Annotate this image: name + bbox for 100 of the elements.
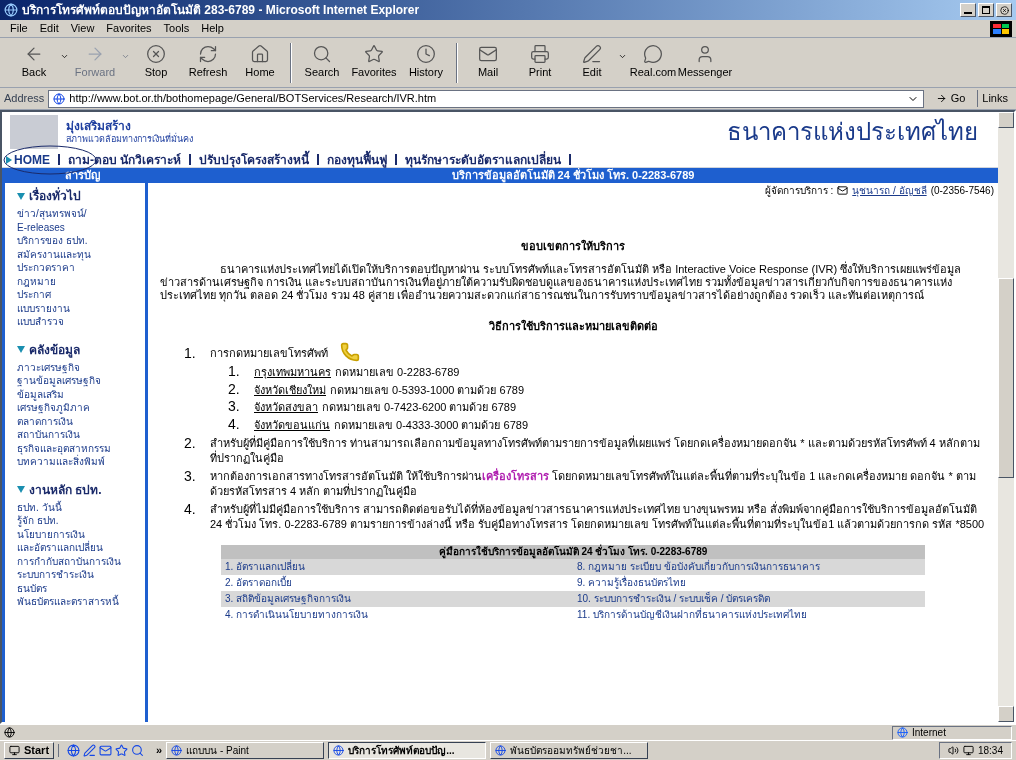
table-cell[interactable]: 3. สถิติข้อมูลเศรษฐกิจการเงิน bbox=[221, 591, 573, 607]
triangle-icon bbox=[17, 192, 25, 200]
nav-link[interactable]: ปรับปรุงโครงสร้างหนี้ bbox=[191, 150, 318, 169]
sidebar-link[interactable]: ประกาศ bbox=[17, 288, 133, 302]
nav-link[interactable]: กองทุนฟื้นฟู bbox=[319, 150, 396, 169]
step-text: สำหรับผู้ที่ไม่มีคู่มือการใช้บริการ สามารถติดต่อขอรับได้ที่ห้องข้อมูลข่าวสารธนาคารแห่งประเทศไทย บางขุนพรหม หรือ สั่งพิมพ์จากคู่มือการใช้บริการข้อมูลอัตโนมัติ 24 ชั่วโมง โทร. 0-2283-6789 ตามรายการข้างล่างนี้ หรือ รับคู่มือทางโทรสาร โดยกดหมายเลข โทรศัพท์ในแต่ละพื้นที่ตามที่ระบุในข้อ1 แล้วตามด้วยการกด รหัส *8500 bbox=[210, 502, 986, 532]
sidebar-link[interactable]: ธนบัตร bbox=[17, 581, 133, 595]
maximize-button[interactable] bbox=[978, 3, 994, 17]
sidebar-link[interactable]: พันธบัตรและตราสารหนี้ bbox=[17, 595, 133, 609]
table-cell[interactable]: 8. กฎหมาย ระเบียบ ข้อบังคับเกี่ยวกับการเงินการธนาคาร bbox=[573, 559, 925, 575]
menu-item[interactable]: File bbox=[4, 20, 34, 37]
menu-item[interactable]: Favorites bbox=[100, 20, 158, 37]
method-heading: วิธีการใช้บริการและหมายเลขติดต่อ bbox=[487, 318, 659, 334]
taskbar-task[interactable]: พันธบัตรออมทรัพย์ช่วยชา... bbox=[490, 742, 649, 759]
sidebar-link[interactable]: ภาวะเศรษฐกิจ bbox=[17, 360, 133, 374]
toolbar-button[interactable]: Real.com bbox=[627, 44, 679, 81]
sidebar-link[interactable]: บริการของ ธปท. bbox=[17, 234, 133, 248]
window-title: บริการโทรศัพท์ตอบปัญหาอัตโนมัติ 283-6789 - Microsoft Internet Explorer bbox=[22, 2, 420, 19]
sidebar-link[interactable]: สมัครงานและทุน bbox=[17, 247, 133, 261]
scrollbar[interactable] bbox=[998, 112, 1014, 722]
browser-icon bbox=[333, 745, 345, 756]
start-button[interactable]: Start bbox=[4, 742, 55, 759]
menu-item[interactable]: Tools bbox=[157, 20, 196, 37]
address-field[interactable]: http://www.bot.or.th/bothomepage/General/BOTServices/Research/IVR.htm bbox=[48, 89, 924, 108]
sidebar-link[interactable]: ตลาดการเงิน bbox=[17, 414, 133, 428]
sub-step-number: 3. bbox=[228, 399, 241, 414]
sidebar-title: สารบัญ bbox=[5, 168, 145, 183]
links-label[interactable]: Links bbox=[977, 90, 1012, 107]
table-cell[interactable]: 1. อัตราแลกเปลี่ยน bbox=[221, 559, 573, 575]
envelope-icon bbox=[837, 185, 849, 196]
province-link[interactable]: กรุงเทพมหานคร bbox=[254, 364, 331, 381]
sidebar-link[interactable]: กฎหมาย bbox=[17, 274, 133, 288]
toolbar-button[interactable]: History bbox=[400, 44, 452, 81]
ie-icon bbox=[4, 3, 18, 17]
browser-icon bbox=[171, 745, 183, 756]
fax-link[interactable]: เครื่องโทรสาร bbox=[482, 470, 550, 482]
quick-launch-icon[interactable] bbox=[67, 744, 81, 757]
sidebar-link[interactable]: ข่าว/สุนทรพจน์/ bbox=[17, 207, 133, 221]
sidebar-link[interactable]: ข้อมูลเสริม bbox=[17, 387, 133, 401]
province-link[interactable]: จังหวัดสงขลา bbox=[254, 399, 318, 416]
table-cell[interactable]: 11. บริการด้านบัญชีเงินฝากที่ธนาคารแห่งประเทศไทย bbox=[573, 607, 925, 623]
toolbar-button[interactable]: Print bbox=[514, 44, 566, 81]
taskbar-task[interactable]: บริการโทรศัพท์ตอบปัญ... bbox=[328, 742, 487, 759]
browser-icon bbox=[495, 745, 507, 756]
dial-instruction: กดหมายเลข 0-4333-3000 ตามด้วย 6789 bbox=[334, 417, 529, 433]
slogan: มุ่งเสริมสร้าง bbox=[66, 118, 131, 134]
more-button[interactable]: » bbox=[156, 742, 163, 759]
sidebar-link[interactable]: แบบรายงาน bbox=[17, 301, 133, 315]
sidebar-link[interactable]: ธปท. วันนี้ bbox=[17, 500, 133, 514]
table-cell[interactable]: 10. ระบบการชำระเงิน / ระบบเช็ค / บัตรเครดิต bbox=[573, 591, 925, 607]
sidebar-link[interactable]: รู้จัก ธปท. bbox=[17, 514, 133, 528]
toolbar-button[interactable]: Search bbox=[296, 44, 348, 81]
menu-item[interactable]: Edit bbox=[33, 20, 65, 37]
province-link[interactable]: จังหวัดขอนแก่น bbox=[254, 416, 330, 433]
sidebar-link[interactable]: ฐานข้อมูลเศรษฐกิจ bbox=[17, 374, 133, 388]
toolbar-button[interactable]: Home bbox=[234, 44, 286, 81]
sidebar-link[interactable]: บทความและสิ่งพิมพ์ bbox=[17, 455, 133, 469]
menu-item[interactable]: Help bbox=[195, 20, 230, 37]
quick-launch-icon[interactable] bbox=[83, 744, 97, 757]
clock-icon bbox=[416, 44, 436, 65]
table-cell[interactable]: 4. การดำเนินนโยบายทางการเงิน bbox=[221, 607, 573, 623]
search-icon bbox=[312, 44, 332, 65]
nav-link[interactable]: ทุนรักษาระดับอัตราแลกเปลี่ยน bbox=[397, 150, 570, 169]
quick-launch-icon[interactable] bbox=[115, 744, 129, 757]
sidebar-link[interactable]: ระบบการชำระเงิน bbox=[17, 568, 133, 582]
section-title: งานหลัก ธปท. bbox=[29, 481, 102, 499]
sidebar-link[interactable]: E-releases bbox=[17, 220, 133, 234]
toolbar-button[interactable]: Favorites bbox=[348, 44, 400, 81]
sidebar-link[interactable]: นโยบายการเงิน bbox=[17, 527, 133, 541]
table-cell[interactable]: 9. ความรู้เรื่องธนบัตรไทย bbox=[573, 575, 925, 591]
sidebar-link[interactable]: การกำกับสถาบันการเงิน bbox=[17, 554, 133, 568]
step-text: สำหรับผู้ที่มีคู่มือการใช้บริการ ท่านสามารถเลือกถามข้อมูลทางโทรศัพท์ตามรายการข้อมูลที่เผยแพร่ โดยกดเครื่องหมายดอกจัน * และตามด้วยรหัสโทรศัพท์ 4 หลักตามที่ปรากฏในคู่มือ bbox=[210, 436, 981, 466]
sidebar-link[interactable]: แบบสำรวจ bbox=[17, 315, 133, 329]
menu-item[interactable]: View bbox=[64, 20, 101, 37]
contact-names-link[interactable]: นุชนารถ / อัญชลี bbox=[852, 183, 927, 198]
sidebar-link[interactable]: และอัตราแลกเปลี่ยน bbox=[17, 541, 133, 555]
province-link[interactable]: จังหวัดเชียงใหม่ bbox=[254, 381, 326, 398]
quick-launch-icon[interactable] bbox=[99, 744, 113, 757]
speaker-icon[interactable] bbox=[947, 745, 959, 756]
sidebar-link[interactable]: เศรษฐกิจภูมิภาค bbox=[17, 401, 133, 415]
dial-instruction: กดหมายเลข 0-2283-6789 bbox=[335, 365, 460, 380]
taskbar-task[interactable]: แถบบน - Paint bbox=[166, 742, 325, 759]
caret-icon bbox=[60, 52, 69, 61]
go-arrow-icon bbox=[935, 93, 947, 104]
quick-launch-icon[interactable] bbox=[131, 744, 145, 757]
toolbar-button[interactable]: Refresh bbox=[182, 44, 234, 81]
toolbar-button[interactable]: Stop bbox=[130, 44, 182, 81]
toolbar-button[interactable]: Edit bbox=[566, 44, 627, 81]
sidebar-link[interactable]: ธุรกิจและอุตสาหกรรม bbox=[17, 441, 133, 455]
close-button[interactable] bbox=[996, 3, 1012, 17]
network-icon[interactable] bbox=[962, 745, 974, 756]
sidebar-link[interactable]: ประกวดราคา bbox=[17, 261, 133, 275]
toolbar-button[interactable]: Mail bbox=[462, 44, 514, 81]
sub-step-number: 1. bbox=[228, 364, 241, 379]
sidebar-link[interactable]: สถาบันการเงิน bbox=[17, 428, 133, 442]
table-cell[interactable]: 2. อัตราดอกเบี้ย bbox=[221, 575, 573, 591]
minimize-button[interactable] bbox=[960, 3, 976, 17]
toolbar-button[interactable]: Back bbox=[8, 44, 69, 81]
go-button[interactable]: Go bbox=[927, 90, 974, 107]
toolbar-button[interactable]: Messenger bbox=[679, 44, 731, 81]
